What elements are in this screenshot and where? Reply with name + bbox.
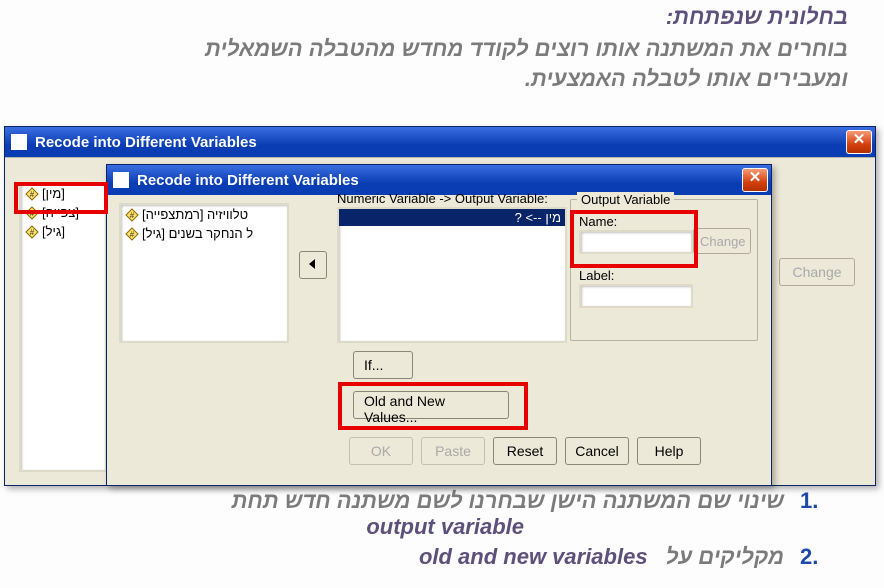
- back-variable-list[interactable]: [מין] # [צפייה] # [גיל] #: [19, 182, 107, 472]
- svg-text:#: #: [130, 211, 135, 220]
- output-name-field[interactable]: [579, 230, 693, 254]
- numeric-icon: #: [25, 225, 39, 239]
- list-item[interactable]: [צפייה] #: [21, 203, 105, 222]
- dialog-button-row: OK Paste Reset Cancel Help: [349, 437, 701, 465]
- close-icon[interactable]: ✕: [742, 168, 768, 192]
- numeric-icon: #: [125, 208, 139, 222]
- list-item[interactable]: טלוויזיה [רמתצפייה] #: [121, 205, 287, 224]
- move-button[interactable]: [299, 251, 327, 279]
- paste-button[interactable]: Paste: [421, 437, 485, 465]
- close-icon[interactable]: ✕: [846, 130, 872, 154]
- reset-button[interactable]: Reset: [493, 437, 557, 465]
- step-1-text-b: output variable: [366, 514, 784, 539]
- back-titlebar[interactable]: Recode into Different Variables ✕: [5, 127, 875, 157]
- list-item-label: ל הנחקר בשנים [גיל]: [142, 226, 253, 241]
- list-item-label: [גיל]: [42, 224, 65, 239]
- output-label-label: Label:: [579, 268, 614, 283]
- step-1-text-a: שינוי שם המשתנה הישן שבחרנו לשם משתנה חד…: [232, 488, 784, 513]
- ok-button[interactable]: OK: [349, 437, 413, 465]
- output-label-field[interactable]: [579, 284, 693, 308]
- intro-line-2: בוחרים את המשתנה אותו רוצים לקודד מחדש מ…: [50, 34, 848, 64]
- front-window: Recode into Different Variables ✕ טלוויז…: [106, 164, 772, 486]
- old-new-values-button[interactable]: Old and New Values...: [353, 391, 509, 419]
- back-title: Recode into Different Variables: [35, 134, 257, 151]
- step-2-text-b: old and new variables: [419, 544, 648, 569]
- arrow-left-icon: [307, 258, 319, 273]
- svg-text:#: #: [130, 230, 135, 239]
- io-selected-row[interactable]: מין --> ?: [339, 209, 565, 226]
- front-title: Recode into Different Variables: [137, 172, 359, 189]
- help-button[interactable]: Help: [637, 437, 701, 465]
- output-change-button[interactable]: Change: [693, 228, 751, 254]
- step-1-number: .1: [800, 488, 854, 514]
- front-variable-list[interactable]: טלוויזיה [רמתצפייה] # ל הנחקר בשנים [גיל…: [119, 203, 289, 343]
- io-label: Numeric Variable -> Output Variable:: [337, 191, 548, 206]
- step-2-text-a: מקליקים על: [666, 544, 784, 569]
- list-item[interactable]: [מין] #: [21, 184, 105, 203]
- if-button[interactable]: If...: [353, 351, 413, 379]
- numeric-icon: #: [25, 187, 39, 201]
- cancel-button[interactable]: Cancel: [565, 437, 629, 465]
- output-variable-group: Output Variable Name: Change Label:: [570, 199, 758, 341]
- step-1: .1 שינוי שם המשתנה הישן שבחרנו לשם משתנה…: [0, 486, 854, 542]
- svg-text:#: #: [30, 190, 35, 199]
- svg-text:#: #: [30, 209, 35, 218]
- output-name-label: Name:: [579, 214, 617, 229]
- svg-text:#: #: [30, 228, 35, 237]
- list-item-label: [מין]: [42, 186, 65, 201]
- step-2: .2 מקליקים על old and new variables: [0, 542, 854, 572]
- system-icon: [11, 134, 27, 150]
- numeric-icon: #: [25, 206, 39, 220]
- back-change-button[interactable]: Change: [779, 258, 855, 286]
- intro-line-3: ומעבירים אותו לטבלה האמצעית.: [50, 64, 848, 94]
- io-listbox[interactable]: מין --> ?: [337, 207, 567, 343]
- list-item-label: טלוויזיה [רמתצפייה]: [142, 207, 248, 222]
- list-item[interactable]: [גיל] #: [21, 222, 105, 241]
- step-2-number: .2: [800, 544, 854, 570]
- system-icon: [113, 172, 129, 188]
- output-group-title: Output Variable: [577, 192, 674, 207]
- list-item-label: [צפייה]: [42, 205, 79, 220]
- list-item[interactable]: ל הנחקר בשנים [גיל] #: [121, 224, 287, 243]
- numeric-icon: #: [125, 227, 139, 241]
- intro-line-1: בחלונית שנפתחת:: [50, 4, 848, 30]
